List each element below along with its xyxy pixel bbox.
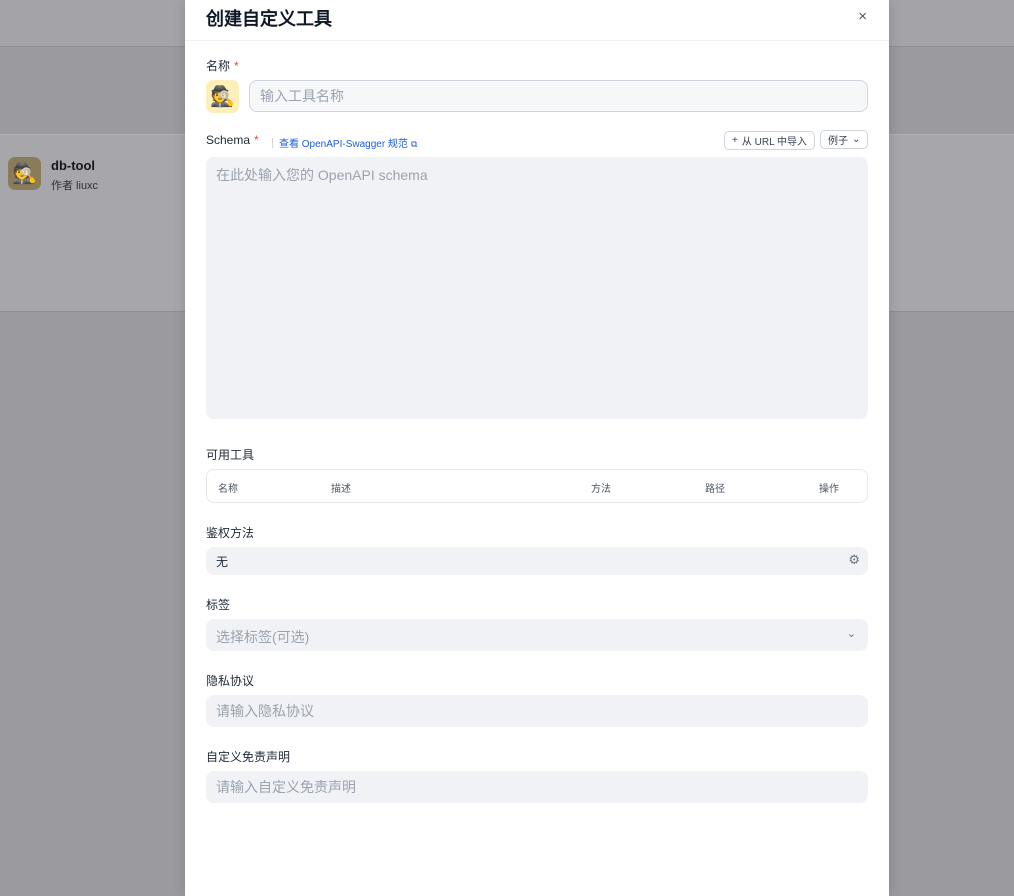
- tool-name-input[interactable]: [249, 80, 868, 112]
- modal-header: 创建自定义工具 ×: [185, 0, 889, 41]
- schema-label: Schema *: [206, 133, 259, 147]
- modal-title: 创建自定义工具: [206, 9, 332, 29]
- privacy-policy-input[interactable]: [206, 695, 868, 727]
- tool-author: 作者 liuxc: [51, 180, 99, 192]
- schema-textarea[interactable]: [206, 157, 868, 419]
- auth-method-label: 鉴权方法: [206, 526, 255, 540]
- tags-placeholder: 选择标签(可选): [216, 629, 310, 645]
- background-tool-card: 🕵️ db-tool 作者 liuxc: [8, 157, 98, 193]
- tool-icon-picker[interactable]: 🕵️: [206, 80, 239, 113]
- external-link-icon: ⧉: [410, 139, 418, 149]
- available-tools-table: 名称 描述 方法 路径 操作: [206, 469, 868, 503]
- tags-label: 标签: [206, 598, 231, 612]
- available-tools-label: 可用工具: [206, 448, 255, 462]
- custom-disclaimer-input[interactable]: [206, 771, 868, 803]
- auth-method-value: 无: [216, 555, 229, 569]
- import-from-url-label: 从 URL 中导入: [741, 137, 808, 148]
- gear-icon: ⚙: [848, 552, 860, 567]
- tags-select[interactable]: 选择标签(可选) ⌄: [206, 619, 868, 651]
- create-custom-tool-modal: 创建自定义工具 × 名称* 🕵️ Schema* 查看 OpenAPI-Swag…: [185, 0, 889, 896]
- example-label: 例子: [828, 136, 848, 147]
- column-header-method: 方法: [591, 484, 611, 495]
- import-from-url-button[interactable]: + 从 URL 中导入: [724, 131, 816, 150]
- tool-avatar: 🕵️: [8, 157, 41, 190]
- tool-name: db-tool: [51, 158, 96, 173]
- openapi-spec-link[interactable]: 查看 OpenAPI-Swagger 规范 ⧉: [272, 135, 417, 150]
- chevron-down-icon: ⌄: [846, 628, 856, 640]
- column-header-actions: 操作: [819, 484, 839, 495]
- example-dropdown-button[interactable]: 例子 ⌄: [820, 130, 869, 149]
- auth-method-selector[interactable]: 无 ⚙: [206, 547, 868, 575]
- required-mark: *: [234, 59, 239, 73]
- chevron-down-icon: ⌄: [852, 134, 861, 145]
- column-header-name: 名称: [218, 484, 238, 495]
- column-header-path: 路径: [705, 484, 725, 495]
- name-label: 名称 *: [206, 59, 239, 73]
- privacy-policy-label: 隐私协议: [206, 674, 255, 688]
- required-mark: *: [254, 133, 259, 147]
- plus-icon: +: [732, 135, 738, 146]
- close-icon[interactable]: ×: [858, 8, 867, 25]
- custom-disclaimer-label: 自定义免责声明: [206, 750, 291, 764]
- column-header-description: 描述: [331, 484, 351, 495]
